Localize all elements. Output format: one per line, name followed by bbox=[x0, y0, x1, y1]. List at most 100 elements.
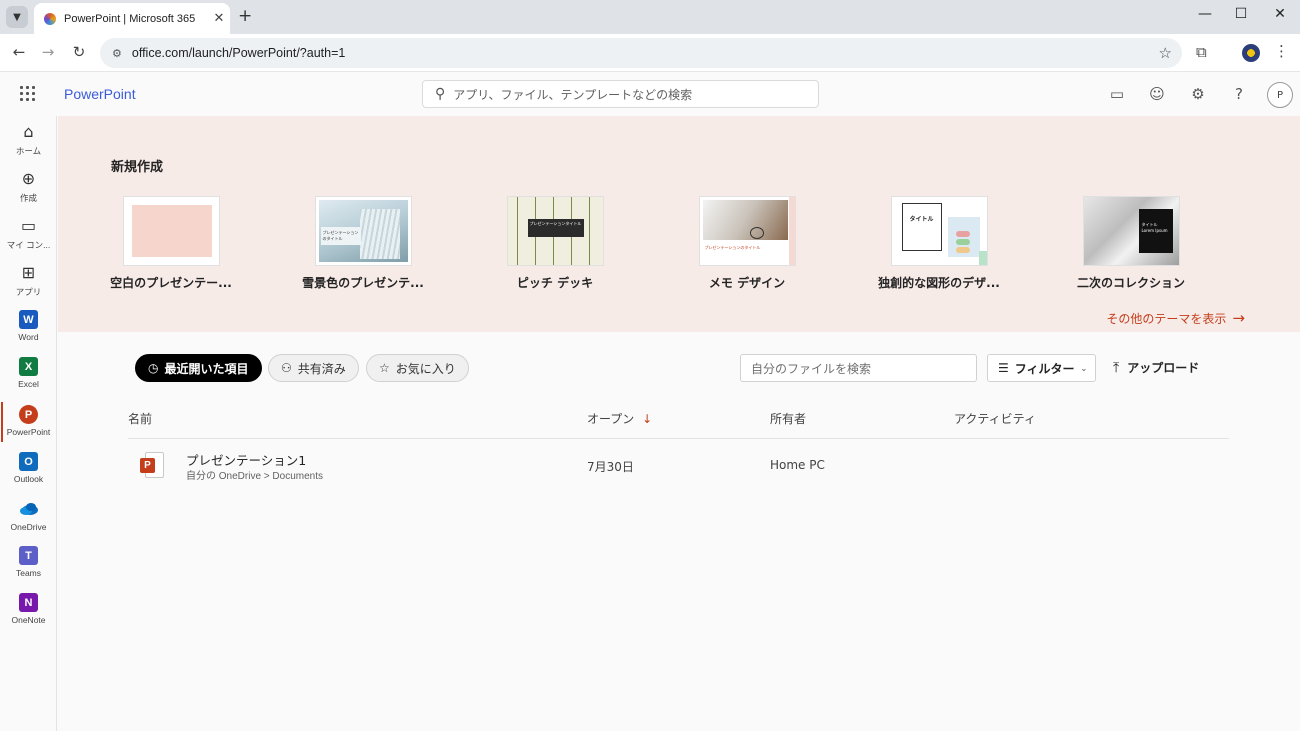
app-name[interactable]: PowerPoint bbox=[64, 86, 136, 102]
bookmark-star-icon[interactable]: ☆ bbox=[1159, 44, 1172, 62]
tab-shared[interactable]: ⚇ 共有済み bbox=[268, 354, 359, 382]
template-quadratic-collection[interactable]: タイトル Lorem Ipsum 二次のコレクション bbox=[1051, 196, 1211, 291]
rail-item-excel[interactable]: X Excel bbox=[0, 357, 57, 401]
address-bar[interactable]: ⚙ office.com/launch/PowerPoint/?auth=1 ☆ bbox=[100, 38, 1182, 68]
tab-favorites[interactable]: ☆ お気に入り bbox=[366, 354, 469, 382]
rail-item-powerpoint[interactable]: P PowerPoint bbox=[0, 405, 57, 449]
rail-item-create[interactable]: ⊕ 作成 bbox=[0, 169, 57, 213]
rail-label: OneDrive bbox=[10, 522, 47, 532]
outlook-icon: O bbox=[19, 452, 38, 471]
rail-item-home[interactable]: ⌂ ホーム bbox=[0, 122, 57, 166]
account-avatar[interactable]: P bbox=[1267, 82, 1293, 108]
video-icon[interactable]: ▭ bbox=[1106, 85, 1128, 103]
column-header-activity[interactable]: アクティビティ bbox=[954, 410, 1036, 427]
file-owner: Home PC bbox=[770, 458, 825, 472]
tab-label: 共有済み bbox=[297, 361, 346, 376]
powerpoint-icon: P bbox=[19, 405, 38, 424]
rail-item-onedrive[interactable]: OneDrive bbox=[0, 499, 57, 543]
template-label: 空白のプレゼンテー... bbox=[110, 276, 232, 290]
rail-item-my-content[interactable]: ▭ マイ コン... bbox=[0, 216, 57, 260]
column-header-opened-label: オープン bbox=[587, 412, 635, 426]
tab-search-button[interactable]: ▼ bbox=[6, 6, 28, 28]
global-search-input[interactable]: ⚲ アプリ、ファイル、テンプレートなどの検索 bbox=[422, 80, 819, 108]
extensions-icon[interactable]: ⧉ bbox=[1196, 43, 1207, 61]
upload-label: アップロード bbox=[1127, 361, 1200, 375]
tab-recent[interactable]: ◷ 最近開いた項目 bbox=[135, 354, 262, 382]
sort-descending-icon: ↓ bbox=[642, 412, 653, 426]
template-thumbnail bbox=[122, 196, 220, 266]
back-button[interactable]: ← bbox=[9, 43, 29, 61]
file-path: 自分の OneDrive > Documents bbox=[186, 471, 323, 482]
column-header-name[interactable]: 名前 bbox=[128, 410, 152, 427]
tab-title: PowerPoint | Microsoft 365 bbox=[64, 12, 196, 25]
file-search-input[interactable]: 自分のファイルを検索 bbox=[740, 354, 977, 382]
tab-close-icon[interactable]: ✕ bbox=[208, 11, 230, 26]
template-thumb-text: プレゼンテーションのタイトル bbox=[704, 245, 761, 250]
template-label: 二次のコレクション bbox=[1076, 276, 1185, 290]
feedback-smiley-icon[interactable]: ☺ bbox=[1146, 85, 1168, 103]
star-icon: ☆ bbox=[379, 361, 390, 375]
create-new-section: 新規作成 空白のプレゼンテー... プレゼンテーションのタイトル 雪景色のプレゼ… bbox=[58, 116, 1300, 332]
forward-button[interactable]: → bbox=[38, 43, 58, 61]
filter-button[interactable]: ☰ フィルター ⌄ bbox=[987, 354, 1096, 382]
rail-item-teams[interactable]: T Teams bbox=[0, 546, 57, 590]
app-launcher-icon[interactable] bbox=[20, 86, 36, 102]
template-label: ピッチ デッキ bbox=[516, 276, 594, 290]
more-themes-label: その他のテーマを表示 bbox=[1106, 311, 1227, 326]
rail-item-apps[interactable]: ⊞ アプリ bbox=[0, 263, 57, 307]
window-close-button[interactable]: ✕ bbox=[1265, 6, 1295, 22]
search-placeholder: アプリ、ファイル、テンプレートなどの検索 bbox=[453, 87, 693, 102]
tab-label: 最近開いた項目 bbox=[164, 361, 249, 376]
powerpoint-file-icon: P bbox=[140, 452, 164, 478]
excel-icon: X bbox=[19, 357, 38, 376]
help-icon[interactable]: ? bbox=[1228, 85, 1250, 103]
site-info-icon[interactable]: ⚙ bbox=[112, 47, 122, 60]
office-header: PowerPoint ⚲ アプリ、ファイル、テンプレートなどの検索 ▭ ☺ ⚙ … bbox=[0, 72, 1300, 116]
word-icon: W bbox=[19, 310, 38, 329]
template-thumbnail: プレゼンテーションのタイトル bbox=[698, 196, 796, 266]
file-opened-date: 7月30日 bbox=[587, 460, 634, 474]
upload-button[interactable]: ⤒ アップロード bbox=[1113, 359, 1199, 376]
column-header-owner[interactable]: 所有者 bbox=[770, 410, 806, 427]
people-icon: ⚇ bbox=[281, 361, 292, 375]
new-tab-button[interactable]: + bbox=[238, 6, 252, 26]
left-navigation-rail: ⌂ ホーム ⊕ 作成 ▭ マイ コン... ⊞ アプリ W Word X Exc… bbox=[0, 116, 57, 731]
minimize-button[interactable]: — bbox=[1190, 6, 1220, 22]
browser-profile-avatar[interactable] bbox=[1242, 44, 1260, 62]
more-themes-link[interactable]: その他のテーマを表示 → bbox=[1106, 309, 1245, 327]
template-thumbnail: タイトル bbox=[890, 196, 988, 266]
template-thumbnail: プレゼンテーションタイトル bbox=[506, 196, 604, 266]
clock-icon: ◷ bbox=[148, 361, 159, 375]
filter-icon: ☰ bbox=[998, 361, 1009, 375]
file-row[interactable]: P プレゼンテーション1 自分の OneDrive > Documents 7月… bbox=[128, 440, 1229, 492]
rail-label: Excel bbox=[18, 379, 39, 389]
rail-item-outlook[interactable]: O Outlook bbox=[0, 452, 57, 496]
template-label: 独創的な図形のデザ... bbox=[878, 276, 1000, 290]
header-divider bbox=[128, 438, 1229, 439]
browser-toolbar: ← → ↻ ⚙ office.com/launch/PowerPoint/?au… bbox=[0, 34, 1300, 72]
template-thumb-text: プレゼンテーションのタイトル bbox=[322, 230, 359, 241]
settings-gear-icon[interactable]: ⚙ bbox=[1187, 85, 1209, 103]
template-creative-shapes[interactable]: タイトル 独創的な図形のデザ... bbox=[859, 196, 1019, 291]
template-label: メモ デザイン bbox=[708, 276, 786, 290]
template-thumb-text: タイトル bbox=[909, 216, 934, 223]
rail-label: ホーム bbox=[15, 146, 42, 156]
template-snow[interactable]: プレゼンテーションのタイトル 雪景色のプレゼンテ... bbox=[283, 196, 443, 291]
maximize-button[interactable]: ☐ bbox=[1226, 6, 1256, 22]
template-blank[interactable]: 空白のプレゼンテー... bbox=[91, 196, 251, 291]
browser-menu-icon[interactable]: ⋮ bbox=[1274, 42, 1289, 60]
template-thumbnail: プレゼンテーションのタイトル bbox=[314, 196, 412, 266]
url-text[interactable]: office.com/launch/PowerPoint/?auth=1 bbox=[132, 46, 1159, 60]
template-thumb-text: プレゼンテーションタイトル bbox=[529, 221, 582, 226]
rail-item-word[interactable]: W Word bbox=[0, 310, 57, 354]
template-pitch-deck[interactable]: プレゼンテーションタイトル ピッチ デッキ bbox=[475, 196, 635, 291]
rail-label: Outlook bbox=[13, 474, 44, 484]
apps-icon: ⊞ bbox=[21, 263, 36, 282]
browser-tab[interactable]: PowerPoint | Microsoft 365 ✕ bbox=[34, 3, 230, 34]
create-icon: ⊕ bbox=[21, 169, 36, 188]
rail-item-onenote[interactable]: N OneNote bbox=[0, 593, 57, 637]
template-memo-design[interactable]: プレゼンテーションのタイトル メモ デザイン bbox=[667, 196, 827, 291]
column-header-opened[interactable]: オープン ↓ bbox=[587, 410, 652, 427]
home-icon: ⌂ bbox=[23, 122, 34, 141]
reload-button[interactable]: ↻ bbox=[69, 43, 89, 61]
